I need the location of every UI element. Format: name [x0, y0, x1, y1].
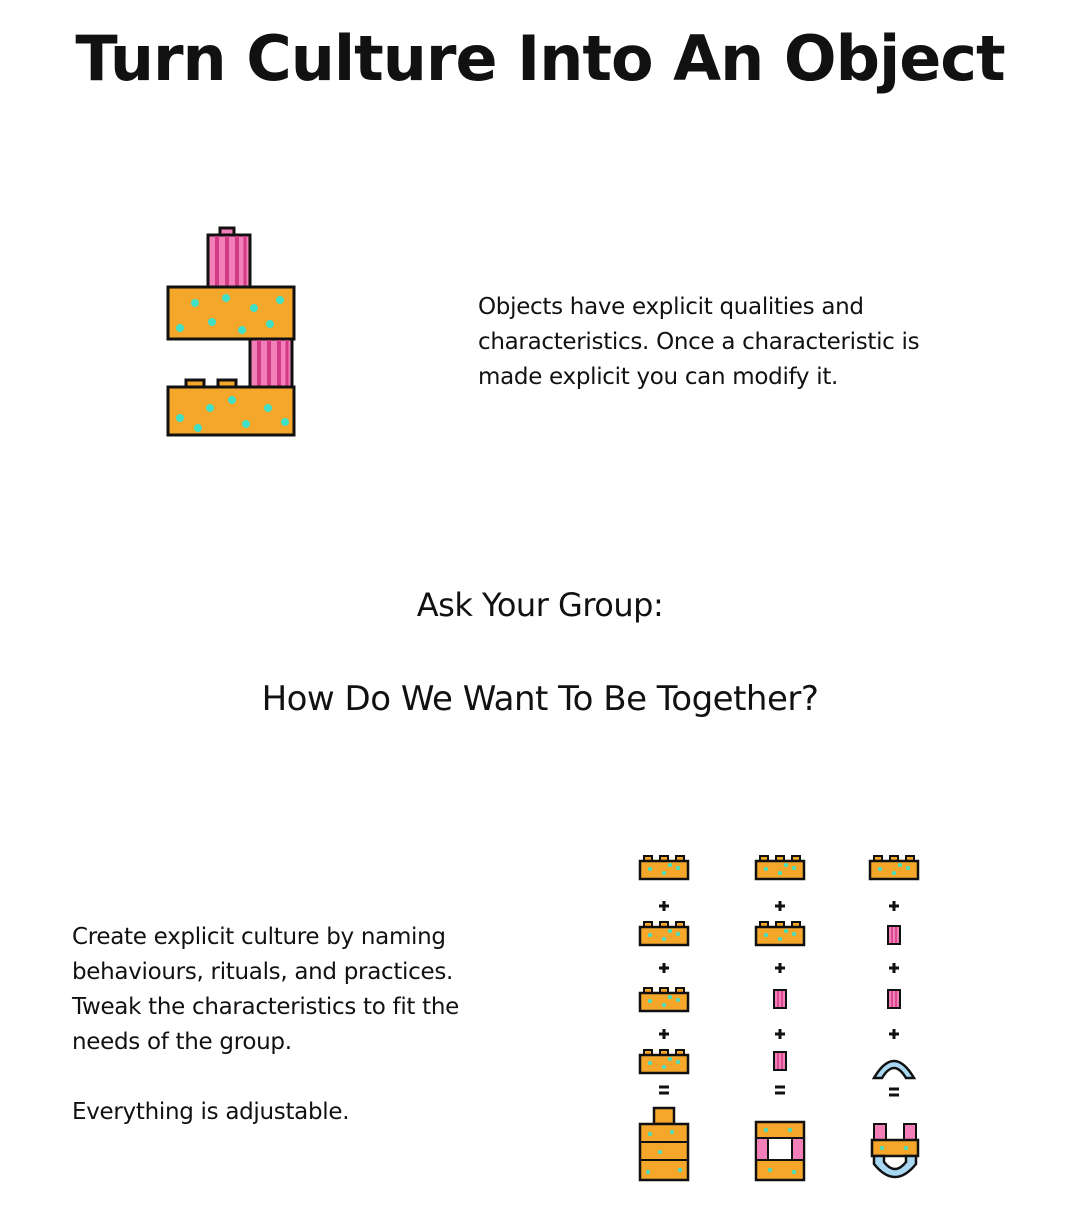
equation-column-3 [868, 854, 920, 1179]
orange-block-middle [166, 285, 296, 341]
orange-block-bottom [166, 378, 296, 437]
detail-paragraph: Create explicit culture by naming behavi… [72, 924, 460, 1055]
blue-arch [871, 1059, 917, 1080]
intro-text: Objects have explicit qualities and char… [478, 294, 920, 390]
pink-pillar-lower [248, 337, 294, 389]
pink-pillar-top [206, 226, 252, 289]
result-tower-1 [638, 1106, 690, 1182]
equation-column-2 [754, 854, 806, 1182]
detail-text: Create explicit culture by naming behavi… [72, 920, 512, 1130]
equation-column-1 [638, 854, 690, 1182]
stacked-blocks-icon [166, 226, 296, 437]
prompt-heading: Ask Your Group: [416, 586, 664, 624]
result-tower-2 [754, 1120, 806, 1182]
page-title: Turn Culture Into An Object [75, 22, 1005, 95]
result-tower-3 [870, 1123, 920, 1179]
block-equations-icon [638, 854, 920, 1182]
prompt-question: How Do We Want To Be Together? [261, 679, 819, 719]
detail-closing: Everything is adjustable. [72, 1099, 350, 1125]
